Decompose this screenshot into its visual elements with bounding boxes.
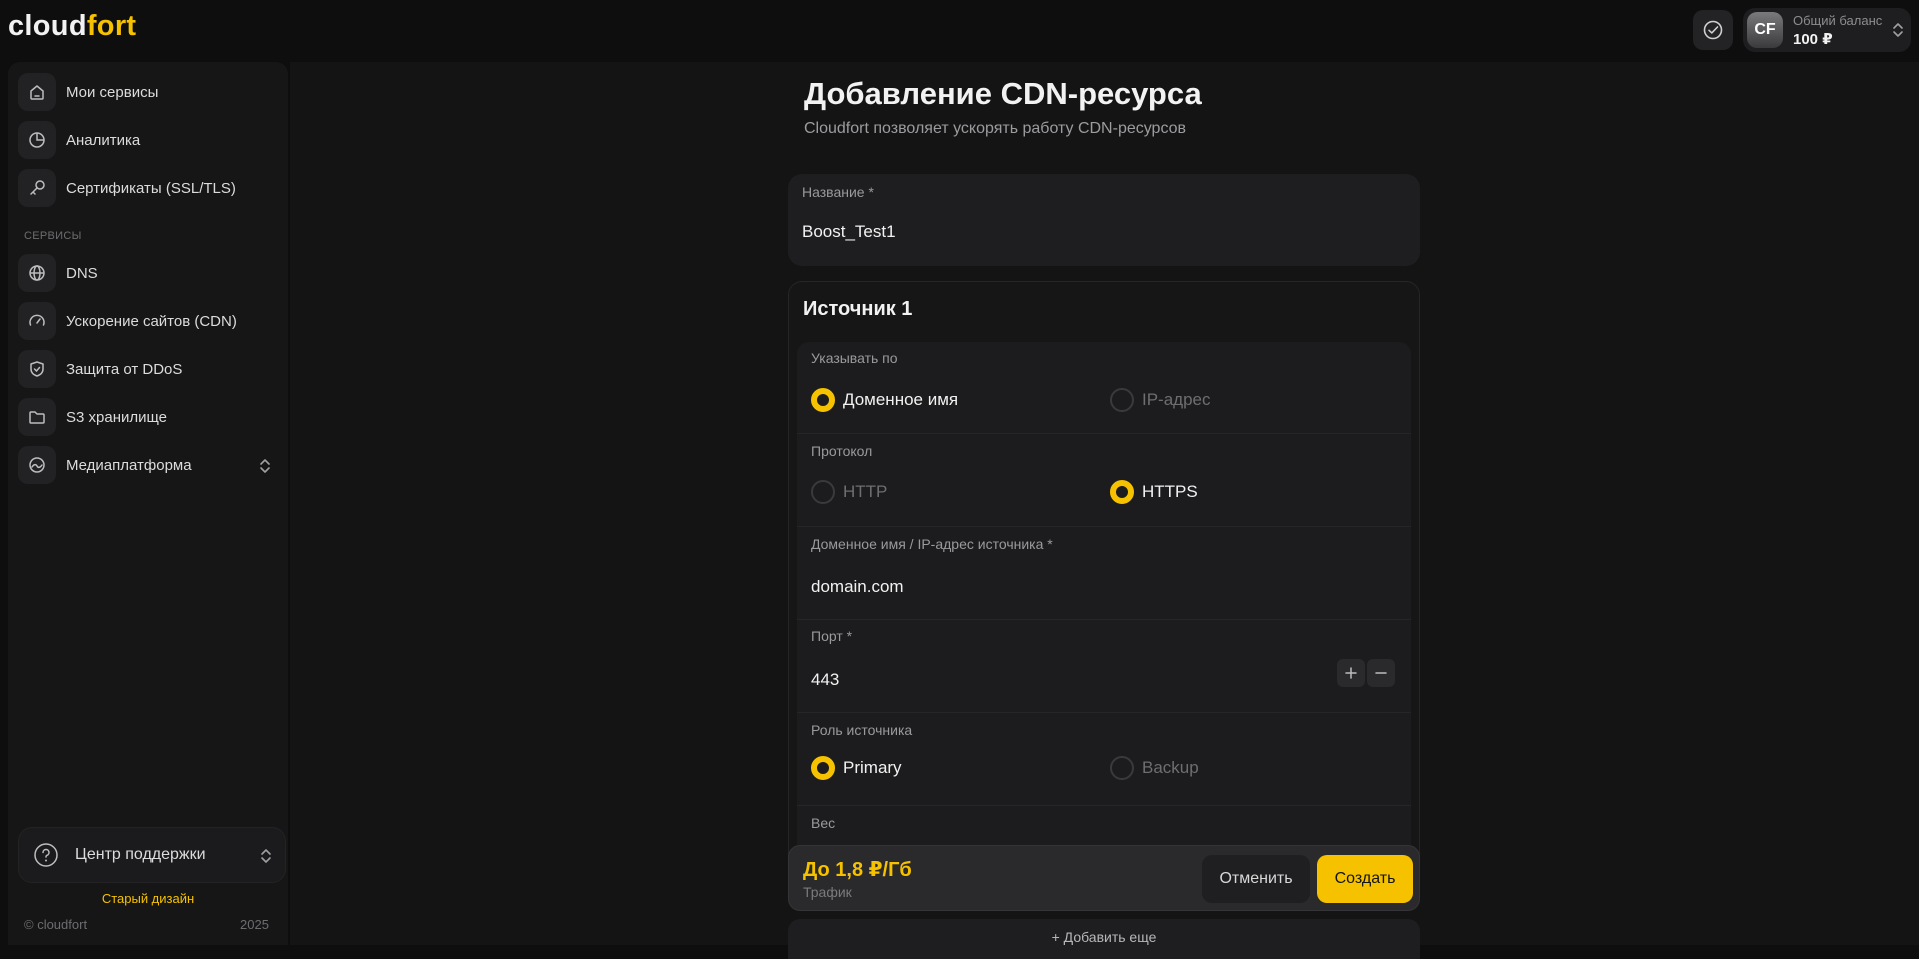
port-field[interactable]: Порт * 443	[797, 620, 1411, 713]
sidebar-item-label: Мои сервисы	[66, 83, 159, 101]
question-icon	[27, 836, 65, 874]
balance-label: Общий баланс	[1793, 13, 1883, 28]
cancel-button[interactable]: Отменить	[1202, 855, 1310, 903]
protocol-row: Протокол HTTP HTTPS	[797, 434, 1411, 527]
sidebar-item-label: Ускорение сайтов (CDN)	[66, 312, 237, 330]
speedometer-icon	[18, 302, 56, 340]
sidebar-item-label: Аналитика	[66, 131, 141, 149]
sidebar-item-cdn[interactable]: Ускорение сайтов (CDN)	[18, 300, 280, 342]
specify-by-label: Указывать по	[811, 350, 898, 366]
chevron-up-down-icon	[1893, 23, 1903, 37]
create-button[interactable]: Создать	[1317, 855, 1413, 903]
shield-icon	[18, 350, 56, 388]
pie-chart-icon	[18, 121, 56, 159]
old-design-link[interactable]: Старый дизайн	[8, 891, 288, 906]
copyright-year: 2025	[240, 917, 269, 932]
source-host-label: Доменное имя / IP-адрес источника *	[811, 536, 1053, 552]
logo-text-part2: fort	[86, 10, 137, 42]
radio-label: Доменное имя	[843, 390, 959, 409]
services-section-label: СЕРВИСЫ	[24, 230, 82, 242]
source-host-input[interactable]: domain.com	[811, 577, 904, 597]
radio-indicator	[811, 388, 835, 412]
sidebar-item-media[interactable]: Медиаплатформа	[18, 444, 280, 486]
radio-label: HTTPS	[1142, 482, 1198, 501]
radio-indicator	[811, 480, 835, 504]
port-stepper	[1337, 659, 1395, 687]
source-card: Источник 1 Указывать по Доменное имя IP-…	[788, 281, 1420, 911]
page-title: Добавление CDN-ресурса	[804, 76, 1202, 111]
tasks-button[interactable]	[1693, 10, 1733, 50]
price-caption: Трафик	[803, 884, 852, 900]
source-host-field[interactable]: Доменное имя / IP-адрес источника * doma…	[797, 527, 1411, 620]
decrement-button[interactable]	[1367, 659, 1395, 687]
weight-label: Вес	[811, 815, 836, 831]
radio-label: Primary	[843, 758, 902, 777]
chevron-up-down-icon	[261, 849, 271, 863]
radio-label: Backup	[1142, 758, 1199, 777]
radio-label: IP-адрес	[1142, 390, 1211, 409]
chevron-up-down-icon	[260, 459, 270, 473]
sidebar-item-ddos[interactable]: Защита от DDoS	[18, 348, 280, 390]
folder-icon	[18, 398, 56, 436]
sidebar-item-label: Защита от DDoS	[66, 360, 183, 378]
port-label: Порт *	[811, 628, 853, 644]
radio-https[interactable]: HTTPS	[1110, 480, 1198, 504]
increment-button[interactable]	[1337, 659, 1365, 687]
sidebar-item-s3[interactable]: S3 хранилище	[18, 396, 280, 438]
radio-backup[interactable]: Backup	[1110, 756, 1199, 780]
name-label: Название *	[802, 184, 874, 200]
radio-indicator	[811, 756, 835, 780]
media-icon	[18, 446, 56, 484]
radio-indicator	[1110, 756, 1134, 780]
check-circle-icon	[1703, 20, 1723, 40]
page-subtitle: Cloudfort позволяет ускорять работу CDN-…	[804, 120, 1187, 137]
port-input[interactable]: 443	[811, 670, 839, 690]
copyright: © cloudfort	[24, 917, 88, 932]
source-settings: Указывать по Доменное имя IP-адрес Прото…	[797, 342, 1411, 910]
radio-ip-address[interactable]: IP-адрес	[1110, 388, 1211, 412]
sidebar: Мои сервисы Аналитика Сертификаты (SSL/T…	[8, 62, 288, 945]
sidebar-item-my-services[interactable]: Мои сервисы	[18, 71, 280, 113]
summary-bar: До 1,8 ₽/Гб Трафик Отменить Создать	[788, 845, 1420, 911]
protocol-label: Протокол	[811, 443, 873, 459]
source-role-label: Роль источника	[811, 722, 913, 738]
radio-label: HTTP	[843, 482, 888, 501]
plus-icon	[1345, 667, 1357, 679]
sidebar-item-label: Сертификаты (SSL/TLS)	[66, 179, 236, 197]
globe-icon	[18, 254, 56, 292]
name-input[interactable]: Boost_Test1	[802, 222, 896, 242]
logo[interactable]: cloudfort	[8, 10, 136, 43]
sidebar-item-label: DNS	[66, 264, 98, 282]
radio-http[interactable]: HTTP	[811, 480, 887, 504]
avatar: CF	[1747, 12, 1783, 48]
radio-domain-name[interactable]: Доменное имя	[811, 388, 958, 412]
add-source-button[interactable]: + Добавить еще	[788, 919, 1420, 959]
support-center-button[interactable]: Центр поддержки	[18, 827, 286, 883]
sidebar-item-label: Медиаплатформа	[66, 456, 192, 474]
radio-indicator	[1110, 388, 1134, 412]
sidebar-item-dns[interactable]: DNS	[18, 252, 280, 294]
sidebar-item-analytics[interactable]: Аналитика	[18, 119, 280, 161]
sidebar-item-certificates[interactable]: Сертификаты (SSL/TLS)	[18, 167, 280, 209]
support-center-label: Центр поддержки	[75, 846, 206, 863]
specify-by-row: Указывать по Доменное имя IP-адрес	[797, 342, 1411, 434]
top-bar: cloudfort CF Общий баланс 100 ₽	[0, 0, 1919, 62]
main-content: Добавление CDN-ресурса Cloudfort позволя…	[290, 62, 1919, 959]
sidebar-item-label: S3 хранилище	[66, 408, 168, 426]
account-menu[interactable]: CF Общий баланс 100 ₽	[1743, 8, 1911, 52]
name-field[interactable]: Название * Boost_Test1	[788, 174, 1420, 266]
source-title: Источник 1	[803, 298, 913, 320]
minus-icon	[1375, 672, 1387, 674]
radio-primary[interactable]: Primary	[811, 756, 902, 780]
source-role-row: Роль источника Primary Backup	[797, 713, 1411, 806]
home-icon	[18, 73, 56, 111]
radio-indicator	[1110, 480, 1134, 504]
price-value: До 1,8 ₽/Гб	[803, 859, 912, 881]
key-icon	[18, 169, 56, 207]
balance-value: 100 ₽	[1793, 31, 1833, 48]
logo-text-part1: cloud	[8, 10, 87, 42]
